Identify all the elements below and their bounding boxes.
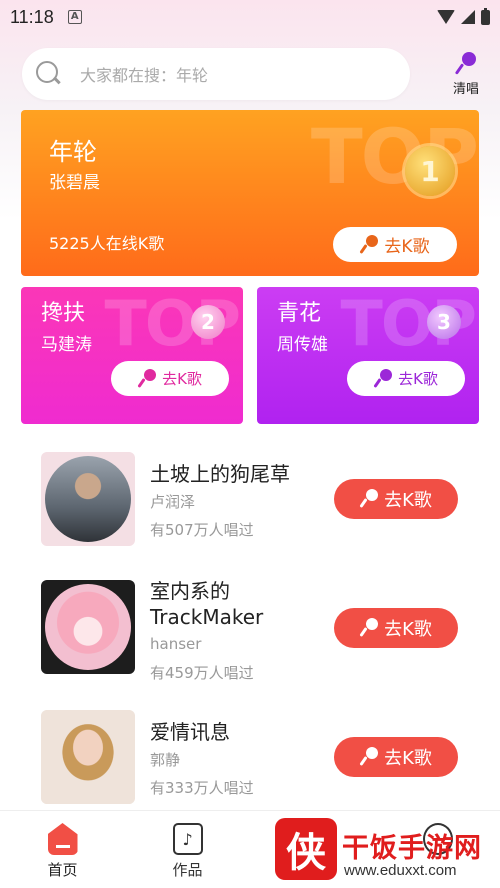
list-item[interactable]: 爱情讯息 郭静 有333万人唱过 去K歌 <box>0 708 500 808</box>
song-play-count: 有507万人唱过 <box>150 521 254 539</box>
microphone-icon <box>360 747 379 767</box>
sing-button-label: 去K歌 <box>384 490 432 511</box>
song-play-count: 有333万人唱过 <box>150 779 254 797</box>
top2-title: 搀扶 <box>41 301 86 326</box>
notification-icon: A <box>67 10 82 24</box>
sing-button-label: 去K歌 <box>384 748 432 769</box>
song-artist: 卢润泽 <box>150 493 196 511</box>
nav-works[interactable]: 作品 <box>125 811 250 888</box>
top3-singer: 周传雄 <box>277 335 328 355</box>
status-icons <box>437 7 490 25</box>
microphone-icon <box>360 618 379 638</box>
microphone-icon <box>374 368 393 389</box>
top2-singer: 马建涛 <box>41 335 92 355</box>
album-cover <box>41 580 135 674</box>
song-artist: 郭静 <box>150 751 181 769</box>
top1-online-count: 5225人在线K歌 <box>49 234 165 253</box>
song-title: 土坡上的狗尾草 <box>150 462 290 486</box>
rank-2-medal-icon: 2 <box>191 305 225 339</box>
site-url: www.eduxxt.com <box>344 862 457 879</box>
nav-works-label: 作品 <box>172 861 203 879</box>
sing-button-label: 去K歌 <box>384 237 430 257</box>
top1-card[interactable]: TOP 1 年轮 张碧晨 5225人在线K歌 去K歌 <box>21 110 479 276</box>
status-time: 11:18 <box>10 6 54 27</box>
sing-button[interactable]: 去K歌 <box>334 608 458 648</box>
top-watermark: TOP <box>310 112 479 201</box>
microphone-icon <box>360 234 379 255</box>
sing-button[interactable]: 去K歌 <box>334 479 458 519</box>
nav-home-label: 首页 <box>47 861 78 879</box>
top2-sing-button[interactable]: 去K歌 <box>111 361 229 396</box>
sing-button-label: 去K歌 <box>162 370 202 388</box>
nav-home[interactable]: 首页 <box>0 811 125 888</box>
top3-card[interactable]: TOP 3 青花 周传雄 去K歌 <box>257 287 479 424</box>
status-bar: 11:18 A <box>0 0 500 34</box>
album-cover <box>41 452 135 546</box>
acapella-label: 清唱 <box>452 82 479 97</box>
search-placeholder: 大家都在搜：年轮 <box>80 66 209 85</box>
top3-sing-button[interactable]: 去K歌 <box>347 361 465 396</box>
song-artist: hanser <box>150 635 202 653</box>
rank-3-medal-icon: 3 <box>427 305 461 339</box>
song-play-count: 有459万人唱过 <box>150 664 254 682</box>
search-icon <box>36 61 62 87</box>
list-item[interactable]: 土坡上的狗尾草 卢润泽 有507万人唱过 去K歌 <box>0 450 500 550</box>
microphone-icon <box>456 52 476 76</box>
top3-title: 青花 <box>277 301 322 326</box>
sing-button-label: 去K歌 <box>384 619 432 640</box>
works-icon <box>172 823 203 855</box>
song-title: 爱情讯息 <box>150 720 230 744</box>
sing-button[interactable]: 去K歌 <box>334 737 458 777</box>
home-icon <box>47 823 78 855</box>
search-input[interactable]: 大家都在搜：年轮 <box>22 48 410 100</box>
singer-photo <box>41 710 135 804</box>
acapella-button[interactable]: 清唱 <box>444 52 488 97</box>
top2-card[interactable]: TOP 2 搀扶 马建涛 去K歌 <box>21 287 243 424</box>
signal-icon <box>461 10 475 24</box>
microphone-icon <box>360 489 379 509</box>
singer-photo <box>45 584 131 670</box>
top1-singer: 张碧晨 <box>49 173 100 193</box>
top1-title: 年轮 <box>49 138 97 166</box>
rank-1-medal-icon: 1 <box>405 146 455 196</box>
sing-button-label: 去K歌 <box>398 370 438 388</box>
list-item[interactable]: 室内系的TrackMaker hanser 有459万人唱过 去K歌 <box>0 578 500 690</box>
battery-icon <box>481 7 490 25</box>
site-logo: 侠 <box>275 818 337 880</box>
album-cover <box>41 710 135 804</box>
top1-sing-button[interactable]: 去K歌 <box>333 227 457 262</box>
singer-photo <box>45 456 131 542</box>
wifi-icon <box>437 10 455 24</box>
site-name: 干饭手游网 <box>342 833 482 864</box>
song-title: 室内系的TrackMaker <box>150 579 264 629</box>
microphone-icon <box>138 368 157 389</box>
